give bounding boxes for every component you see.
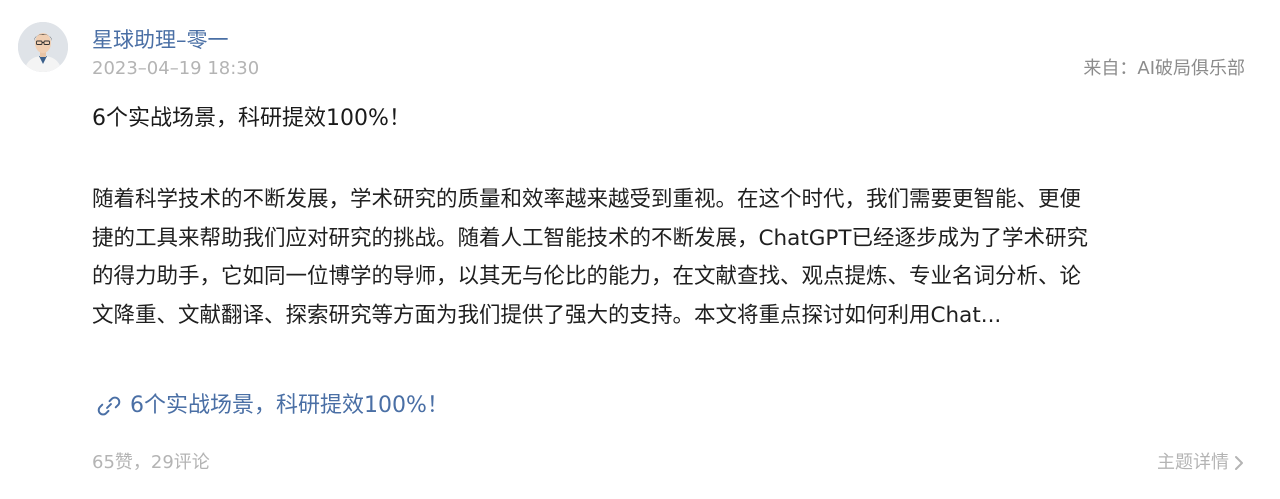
- post-body-line: 文降重、文献翻译、探索研究等方面为我们提供了强大的支持。本文将重点探讨如何利用C…: [92, 302, 1002, 328]
- link-icon: [97, 396, 121, 416]
- author-name[interactable]: 星球助理–零一: [92, 26, 229, 54]
- article-link[interactable]: 6个实战场景，科研提效100%！: [96, 389, 449, 423]
- avatar[interactable]: [18, 22, 68, 72]
- post-timestamp: 2023–04–19 18:30: [92, 58, 260, 79]
- post-stats: 65赞，29评论: [92, 452, 210, 473]
- post-body-line: 捷的工具来帮助我们应对研究的挑战。随着人工智能技术的不断发展，ChatGPT已经…: [92, 225, 1089, 251]
- topic-detail-label[interactable]: 主题详情: [1157, 451, 1229, 475]
- avatar-image: [18, 22, 68, 72]
- topic-detail-link[interactable]: 主题详情: [1157, 451, 1245, 475]
- post-body: 随着科学技术的不断发展，学术研究的质量和效率越来越受到重视。在这个时代，我们需要…: [92, 181, 1232, 335]
- post-body-line: 随着科学技术的不断发展，学术研究的质量和效率越来越受到重视。在这个时代，我们需要…: [92, 187, 1082, 212]
- post-title: 6个实战场景，科研提效100%！: [92, 106, 411, 131]
- post-body-line: 的得力助手，它如同一位博学的导师，以其无与伦比的能力，在文献查找、观点提炼、专业…: [92, 264, 1082, 289]
- post-source: 来自：AI破局俱乐部: [1083, 58, 1245, 79]
- article-link-label[interactable]: 6个实战场景，科研提效100%！: [130, 389, 449, 423]
- chevron-right-icon: [1235, 456, 1243, 470]
